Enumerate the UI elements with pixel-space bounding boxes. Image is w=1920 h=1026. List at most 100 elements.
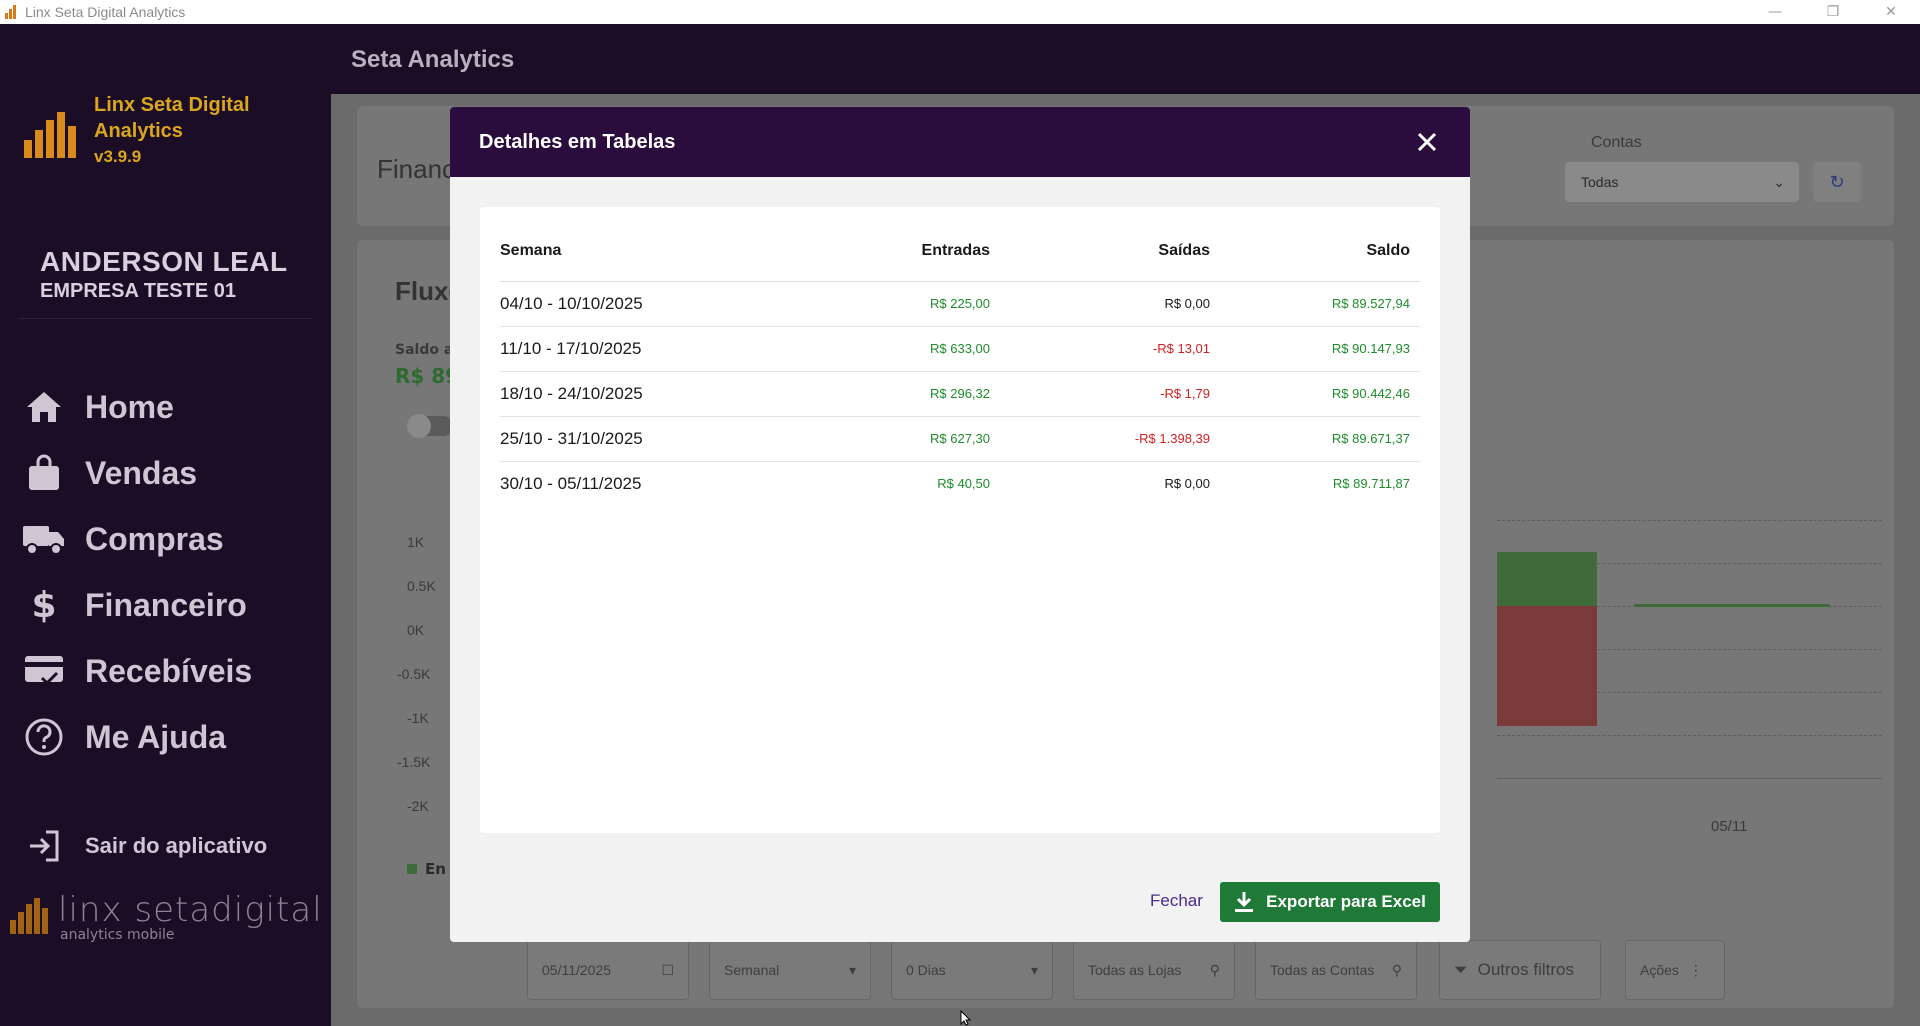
chart-toggle[interactable] xyxy=(407,414,453,438)
mouse-cursor-icon xyxy=(960,1010,972,1026)
sidebar-divider xyxy=(18,318,313,319)
cell-saldo: R$ 90.442,46 xyxy=(1220,371,1420,417)
sidebar-item-home[interactable]: Home xyxy=(22,374,252,440)
brand-bars-icon xyxy=(10,892,50,934)
y-tick: -1.5K xyxy=(397,754,431,770)
search-icon: ⚲ xyxy=(1209,961,1220,978)
help-icon xyxy=(22,715,66,759)
y-tick: -0.5K xyxy=(397,666,431,682)
days-filter[interactable]: 0 Dias ▾ xyxy=(891,940,1053,1000)
cell-saidas: -R$ 13,01 xyxy=(1000,326,1220,372)
brand-text: linx setadigital analytics mobile xyxy=(58,892,323,942)
export-excel-button[interactable]: Exportar para Excel xyxy=(1220,882,1440,922)
actions-label: Ações xyxy=(1640,962,1679,978)
logo-line1: Linx Seta Digital xyxy=(94,94,250,116)
shopping-bag-icon xyxy=(22,451,66,495)
cell-saidas: -R$ 1.398,39 xyxy=(1000,416,1220,462)
accounts-filter[interactable]: Todas as Contas ⚲ xyxy=(1255,940,1417,1000)
logo-bars-icon xyxy=(24,102,80,158)
calendar-icon: ☐ xyxy=(661,961,674,978)
logout-button[interactable]: Sair do aplicativo xyxy=(22,824,267,868)
details-table: Semana Entradas Saídas Saldo 04/10 - 10/… xyxy=(500,221,1420,506)
truck-icon xyxy=(22,517,66,561)
window-title: Linx Seta Digital Analytics xyxy=(25,4,186,20)
y-tick: 0.5K xyxy=(407,578,436,594)
sidebar-item-compras[interactable]: Compras xyxy=(22,506,252,572)
app-logo: Linx Seta Digital Analytics v3.9.9 xyxy=(24,92,250,170)
details-table-card: Semana Entradas Saídas Saldo 04/10 - 10/… xyxy=(480,207,1440,833)
column-header-saldo: Saldo xyxy=(1220,221,1420,282)
table-header-row: Semana Entradas Saídas Saldo xyxy=(500,221,1420,282)
days-value: 0 Dias xyxy=(906,962,946,978)
brand-logo: linx setadigital analytics mobile xyxy=(10,892,323,942)
kebab-icon: ⋮ xyxy=(1688,961,1703,978)
column-header-saidas: Saídas xyxy=(1000,221,1220,282)
contas-select[interactable]: Todas ⌄ xyxy=(1565,162,1799,202)
y-tick: -1K xyxy=(407,710,429,726)
company-name: EMPRESA TESTE 01 xyxy=(40,280,236,302)
close-window-button[interactable]: ✕ xyxy=(1862,0,1920,24)
cell-entradas: R$ 633,00 xyxy=(800,326,1000,372)
cell-semana: 11/10 - 17/10/2025 xyxy=(500,326,800,372)
card-check-icon xyxy=(22,649,66,693)
sidebar-item-label: Financeiro xyxy=(85,586,247,623)
stores-value: Todas as Lojas xyxy=(1088,962,1182,978)
refresh-icon: ↻ xyxy=(1829,171,1845,193)
card-title: Financ xyxy=(377,154,456,184)
chart-line-saldo xyxy=(1634,604,1830,607)
user-info: ANDERSON LEAL EMPRESA TESTE 01 xyxy=(40,246,288,303)
minimize-button[interactable]: — xyxy=(1746,0,1804,24)
chevron-down-icon: ⌄ xyxy=(1773,173,1785,190)
details-modal: Detalhes em Tabelas Semana Entradas Saíd… xyxy=(450,107,1470,942)
sidebar-item-label: Vendas xyxy=(85,454,198,491)
refresh-button[interactable]: ↻ xyxy=(1813,162,1861,202)
cell-saidas: R$ 0,00 xyxy=(1164,476,1210,492)
export-label: Exportar para Excel xyxy=(1266,892,1426,911)
accounts-value: Todas as Contas xyxy=(1270,962,1375,978)
cell-entradas: R$ 225,00 xyxy=(800,281,1000,327)
other-filters-label: Outros filtros xyxy=(1477,960,1574,979)
cell-semana: 30/10 - 05/11/2025 xyxy=(500,473,642,493)
sidebar-item-financeiro[interactable]: $ Financeiro xyxy=(22,572,252,638)
logo-line2: Analytics xyxy=(94,120,183,142)
sidebar-item-me-ajuda[interactable]: Me Ajuda xyxy=(22,704,252,770)
cell-saldo: R$ 89.527,94 xyxy=(1220,281,1420,327)
brand-name-a: linx xyxy=(58,890,135,930)
column-header-entradas: Entradas xyxy=(800,221,1000,282)
other-filters-button[interactable]: ⏷ Outros filtros xyxy=(1439,940,1601,1000)
chart-bar-saidas xyxy=(1497,606,1597,726)
date-filter[interactable]: 05/11/2025 ☐ xyxy=(527,940,689,1000)
sidebar-item-label: Home xyxy=(85,388,174,425)
search-icon: ⚲ xyxy=(1391,961,1402,978)
period-value: Semanal xyxy=(724,962,780,978)
top-bar: Seta Analytics xyxy=(331,24,1920,94)
cell-saldo: R$ 89.671,37 xyxy=(1220,416,1420,462)
table-row: 25/10 - 31/10/2025 R$ 627,30 -R$ 1.398,3… xyxy=(500,416,1420,462)
table-row: 11/10 - 17/10/2025 R$ 633,00 -R$ 13,01 R… xyxy=(500,326,1420,372)
restore-button[interactable]: ❐ xyxy=(1804,0,1862,24)
contas-value: Todas xyxy=(1581,174,1619,190)
fechar-button[interactable]: Fechar xyxy=(1150,891,1203,911)
app-version: v3.9.9 xyxy=(94,147,142,166)
logout-label: Sair do aplicativo xyxy=(85,833,268,858)
table-row: 30/10 - 05/11/2025 R$ 40,50 R$ 0,00 R$ 8… xyxy=(500,461,1420,506)
logo-text: Linx Seta Digital Analytics v3.9.9 xyxy=(94,92,250,170)
sidebar-nav: Home Vendas Compras $ Financeiro Recebív… xyxy=(22,374,252,770)
dollar-icon: $ xyxy=(31,584,57,626)
y-tick: 1K xyxy=(407,534,425,550)
sidebar-item-label: Recebíveis xyxy=(85,652,253,689)
brand-name-b: setadigital xyxy=(134,890,323,930)
sidebar-item-recebiveis[interactable]: Recebíveis xyxy=(22,638,252,704)
sidebar: Linx Seta Digital Analytics v3.9.9 ANDER… xyxy=(0,24,331,1026)
sidebar-item-vendas[interactable]: Vendas xyxy=(22,440,252,506)
modal-title: Detalhes em Tabelas xyxy=(479,131,676,153)
chart-legend: En xyxy=(407,860,446,878)
period-filter[interactable]: Semanal ▾ xyxy=(709,940,871,1000)
actions-button[interactable]: Ações ⋮ xyxy=(1625,940,1725,1000)
y-tick: 0K xyxy=(407,622,425,638)
cell-entradas: R$ 627,30 xyxy=(800,416,1000,462)
window-titlebar: Linx Seta Digital Analytics — ❐ ✕ xyxy=(0,0,1920,24)
cell-saldo: R$ 89.711,87 xyxy=(1332,476,1410,492)
modal-close-button[interactable] xyxy=(1412,127,1442,157)
stores-filter[interactable]: Todas as Lojas ⚲ xyxy=(1073,940,1235,1000)
